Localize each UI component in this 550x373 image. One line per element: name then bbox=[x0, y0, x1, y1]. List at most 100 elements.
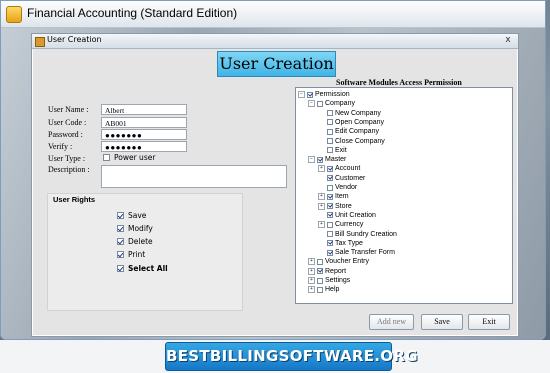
collapse-icon[interactable]: − bbox=[308, 100, 315, 108]
expand-icon[interactable]: + bbox=[318, 165, 325, 173]
tree-node-label: Customer bbox=[335, 174, 366, 182]
tree-node-open-company[interactable]: Open Company bbox=[318, 118, 384, 127]
tree-checkbox[interactable] bbox=[317, 268, 323, 275]
user-code-label: User Code : bbox=[48, 118, 87, 127]
tree-checkbox[interactable] bbox=[327, 203, 333, 210]
tree-node-label: Bill Sundry Creation bbox=[335, 230, 397, 238]
expand-icon[interactable]: + bbox=[308, 258, 315, 266]
tree-checkbox[interactable] bbox=[327, 184, 333, 191]
tree-node-label: Voucher Entry bbox=[325, 258, 369, 266]
tree-node-sale-transfer-form[interactable]: Sale Transfer Form bbox=[318, 248, 395, 257]
tree-node-label: Report bbox=[325, 267, 347, 275]
tree-node-settings[interactable]: + Settings bbox=[308, 276, 350, 285]
tree-node-help[interactable]: + Help bbox=[308, 285, 339, 294]
save-button[interactable]: Save bbox=[421, 314, 463, 330]
close-icon[interactable]: x bbox=[502, 35, 514, 46]
tree-node-label: Vendor bbox=[335, 184, 358, 191]
dialog-icon bbox=[35, 37, 45, 47]
tree-checkbox[interactable] bbox=[327, 128, 333, 135]
tree-node-unit-creation[interactable]: Unit Creation bbox=[318, 211, 376, 220]
checkbox-box[interactable] bbox=[117, 251, 124, 258]
checkbox-box[interactable] bbox=[117, 238, 124, 245]
tree-node-label: Edit Company bbox=[335, 128, 379, 136]
tree-checkbox[interactable] bbox=[317, 258, 323, 265]
tree-checkbox[interactable] bbox=[327, 249, 333, 256]
power-user-checkbox[interactable]: Power user bbox=[103, 153, 155, 162]
tree-node-label: Account bbox=[335, 165, 361, 173]
exit-button[interactable]: Exit bbox=[468, 314, 510, 330]
tree-node-label: Unit Creation bbox=[335, 211, 376, 219]
right-checkbox-select-all[interactable]: Select All bbox=[117, 264, 168, 273]
tree-node-voucher-entry[interactable]: + Voucher Entry bbox=[308, 257, 369, 266]
verify-input[interactable]: ●●●●●●● bbox=[101, 141, 187, 152]
tree-node-store[interactable]: + Store bbox=[318, 202, 352, 211]
checkbox-box[interactable] bbox=[117, 212, 124, 219]
tree-checkbox[interactable] bbox=[327, 165, 333, 172]
expand-icon[interactable]: + bbox=[308, 286, 315, 294]
tree-node-new-company[interactable]: New Company bbox=[318, 109, 381, 118]
expand-icon[interactable]: + bbox=[318, 202, 325, 210]
tree-node-label: New Company bbox=[335, 109, 381, 117]
tree-checkbox[interactable] bbox=[317, 277, 323, 284]
tree-node-master[interactable]: − Master bbox=[308, 155, 346, 164]
tree-node-account[interactable]: + Account bbox=[318, 164, 360, 173]
checkbox-box[interactable] bbox=[117, 265, 124, 272]
collapse-icon[interactable]: − bbox=[308, 156, 315, 164]
right-checkbox-save[interactable]: Save bbox=[117, 211, 146, 220]
verify-label: Verify : bbox=[48, 142, 73, 151]
tree-node-company[interactable]: − Company bbox=[308, 99, 355, 108]
tree-node-report[interactable]: + Report bbox=[308, 267, 346, 276]
tree-checkbox[interactable] bbox=[327, 110, 333, 117]
add-new-button[interactable]: Add new bbox=[369, 314, 414, 330]
tree-checkbox[interactable] bbox=[327, 212, 333, 219]
app-window: Financial Accounting (Standard Edition) … bbox=[0, 0, 546, 340]
tree-checkbox[interactable] bbox=[317, 156, 323, 163]
tree-checkbox[interactable] bbox=[327, 175, 333, 182]
modules-permission-tree[interactable]: − Permission − Company New Company Open Compa… bbox=[295, 87, 513, 304]
tree-node-currency[interactable]: + Currency bbox=[318, 220, 363, 229]
tree-node-close-company[interactable]: Close Company bbox=[318, 137, 385, 146]
right-checkbox-delete[interactable]: Delete bbox=[117, 237, 153, 246]
tree-checkbox[interactable] bbox=[327, 231, 333, 237]
power-user-label: Power user bbox=[114, 153, 156, 162]
tree-node-label: Store bbox=[335, 202, 352, 210]
tree-checkbox[interactable] bbox=[317, 286, 323, 293]
right-checkbox-modify[interactable]: Modify bbox=[117, 224, 153, 233]
collapse-icon[interactable]: − bbox=[298, 91, 305, 98]
user-code-input[interactable]: AB001 bbox=[101, 117, 187, 128]
tree-checkbox[interactable] bbox=[327, 240, 333, 247]
tree-node-customer[interactable]: Customer bbox=[318, 174, 365, 183]
tree-node-item[interactable]: + Item bbox=[318, 192, 349, 201]
expand-icon[interactable]: + bbox=[308, 277, 315, 284]
tree-checkbox[interactable] bbox=[327, 147, 333, 154]
tree-checkbox[interactable] bbox=[307, 91, 313, 98]
user-rights-group: User Rights Save Modify Delete Print Select … bbox=[47, 193, 243, 311]
app-icon bbox=[6, 6, 22, 23]
right-label: Select All bbox=[128, 264, 168, 273]
user-name-input[interactable]: Albert bbox=[101, 104, 187, 115]
tree-node-bill-sundry-creation[interactable]: Bill Sundry Creation bbox=[318, 230, 397, 239]
expand-icon[interactable]: + bbox=[318, 221, 325, 229]
tree-checkbox[interactable] bbox=[327, 138, 333, 144]
right-label: Modify bbox=[128, 224, 153, 233]
tree-checkbox[interactable] bbox=[327, 221, 333, 228]
tree-node-tax-type[interactable]: Tax Type bbox=[318, 239, 363, 248]
password-input[interactable]: ●●●●●●● bbox=[101, 129, 187, 140]
expand-icon[interactable]: + bbox=[318, 193, 325, 201]
tree-node-vendor[interactable]: Vendor bbox=[318, 183, 357, 192]
description-textarea[interactable] bbox=[101, 165, 287, 188]
tree-node-edit-company[interactable]: Edit Company bbox=[318, 127, 379, 136]
right-checkbox-print[interactable]: Print bbox=[117, 250, 145, 259]
modules-permission-title: Software Modules Access Permission bbox=[336, 78, 462, 87]
tree-node-exit[interactable]: Exit bbox=[318, 146, 347, 155]
user-type-label: User Type : bbox=[48, 154, 86, 163]
tree-checkbox[interactable] bbox=[327, 193, 333, 200]
tree-checkbox[interactable] bbox=[327, 119, 333, 126]
app-titlebar: Financial Accounting (Standard Edition) bbox=[1, 1, 545, 28]
expand-icon[interactable]: + bbox=[308, 267, 315, 275]
tree-node-label: Settings bbox=[325, 277, 351, 284]
checkbox-box[interactable] bbox=[117, 225, 124, 232]
tree-checkbox[interactable] bbox=[317, 100, 323, 107]
tree-node-permission[interactable]: − Permission bbox=[298, 90, 350, 99]
power-user-box[interactable] bbox=[103, 154, 110, 161]
